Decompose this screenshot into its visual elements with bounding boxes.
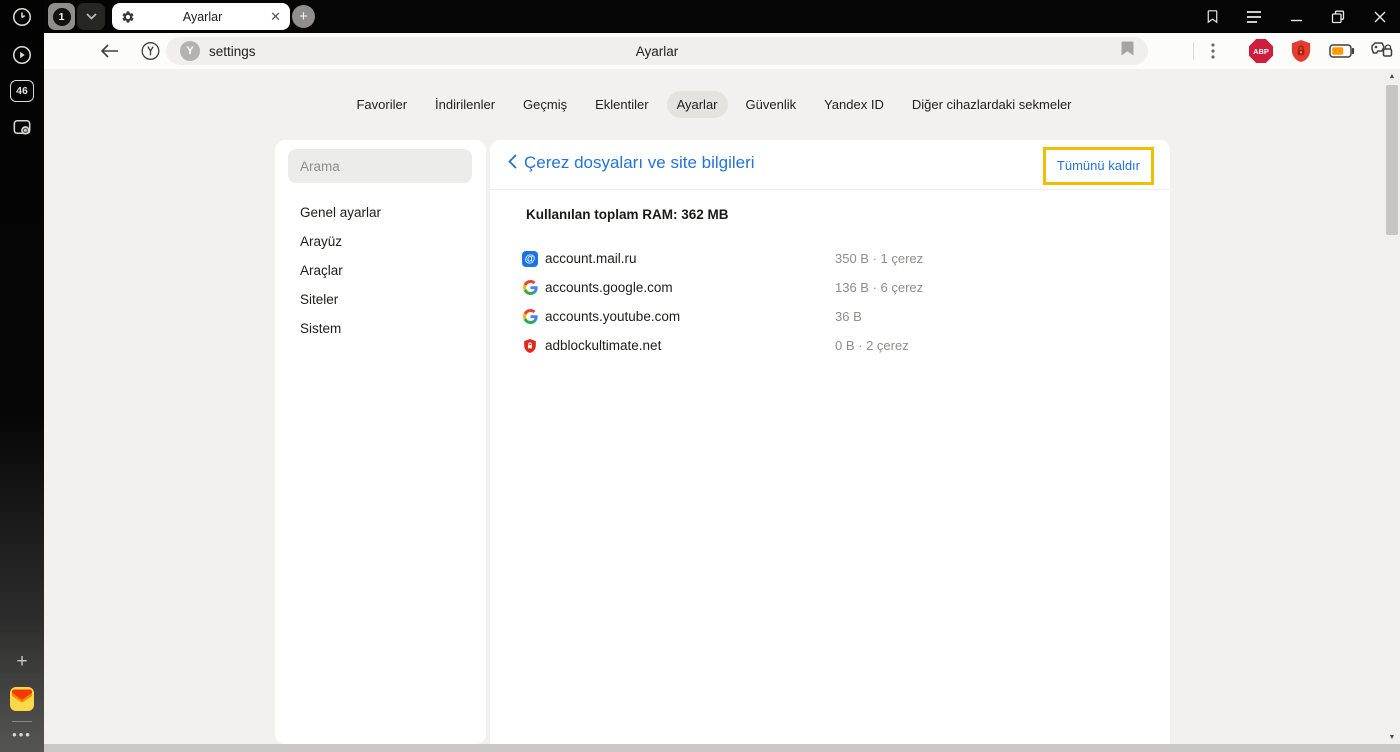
yandex-mail-icon[interactable] bbox=[9, 686, 35, 712]
nav-tab-ayarlar[interactable]: Ayarlar bbox=[666, 91, 728, 118]
sidebar-item-aray-z[interactable]: Arayüz bbox=[275, 227, 486, 256]
settings-sidebar-items: Genel ayarlar Arayüz Araçlar Siteler Sistem bbox=[275, 198, 486, 343]
chevron-down-icon bbox=[85, 13, 97, 20]
site-favicon bbox=[522, 309, 538, 325]
site-size-info: 36 B bbox=[835, 309, 862, 324]
battery-saver-extension-icon[interactable] bbox=[1329, 44, 1355, 58]
site-name: account.mail.ru bbox=[545, 251, 637, 266]
site-list: @ account.mail.ru 350 B · 1 çerez accoun… bbox=[490, 244, 1170, 360]
new-tab-button[interactable]: + bbox=[292, 5, 315, 28]
site-row[interactable]: accounts.youtube.com 36 B bbox=[490, 302, 1170, 331]
browser-toolbar: Y settings Ayarlar ABP bbox=[44, 33, 1400, 69]
back-button[interactable] bbox=[100, 43, 120, 59]
kebab-menu-icon[interactable] bbox=[1211, 43, 1215, 59]
address-bar[interactable]: Y settings Ayarlar bbox=[166, 37, 1148, 65]
page-favicon: Y bbox=[180, 41, 200, 61]
site-name: accounts.google.com bbox=[545, 280, 673, 295]
nav-tab-eklentiler[interactable]: Eklentiler bbox=[585, 91, 658, 118]
settings-top-nav: Favoriler İndirilenler Geçmiş Eklentiler Aya… bbox=[44, 91, 1384, 118]
browser-side-rail: 46 + ••• bbox=[0, 0, 44, 752]
site-favicon bbox=[522, 338, 538, 354]
nav-tab-g-venlik[interactable]: Güvenlik bbox=[736, 91, 807, 118]
cookies-panel: Çerez dosyaları ve site bilgileri Tümünü… bbox=[490, 140, 1170, 746]
nav-tab-yandex-id[interactable]: Yandex ID bbox=[814, 91, 894, 118]
tab-group-chevron-button[interactable] bbox=[77, 3, 105, 30]
tab-strip: 1 Ayarlar ✕ + bbox=[44, 0, 1400, 33]
scroll-up-arrow-icon[interactable]: ▲ bbox=[1384, 69, 1400, 83]
adblock-shield-favicon bbox=[524, 338, 536, 353]
cookies-panel-header: Çerez dosyaları ve site bilgileri Tümünü… bbox=[490, 140, 1170, 190]
minimize-button[interactable] bbox=[1284, 5, 1308, 29]
tab-title: Ayarlar bbox=[182, 9, 223, 24]
site-name: adblockultimate.net bbox=[545, 338, 662, 353]
nav-tab-ge-mi[interactable]: Geçmiş bbox=[513, 91, 577, 118]
menu-hamburger-icon[interactable] bbox=[1242, 5, 1266, 29]
nav-tab-favoriler[interactable]: Favoriler bbox=[346, 91, 417, 118]
site-size-info: 350 B · 1 çerez bbox=[835, 251, 924, 266]
site-row[interactable]: accounts.google.com 136 B · 6 çerez bbox=[490, 273, 1170, 302]
tabs-counter-icon[interactable]: 46 bbox=[10, 80, 34, 102]
google-g-icon bbox=[522, 280, 538, 295]
rail-divider bbox=[12, 721, 32, 722]
remove-all-highlight-box: Tümünü kaldır bbox=[1042, 147, 1154, 185]
remove-all-button[interactable]: Tümünü kaldır bbox=[1057, 158, 1140, 173]
ram-usage-text: Kullanılan toplam RAM: 362 MB bbox=[526, 207, 729, 222]
rail-more-icon[interactable]: ••• bbox=[12, 727, 32, 742]
adblock-plus-extension-icon[interactable]: ABP bbox=[1249, 39, 1273, 63]
toolbar-divider bbox=[1193, 42, 1194, 60]
site-row[interactable]: @ account.mail.ru 350 B · 1 çerez bbox=[490, 244, 1170, 273]
settings-gear-icon bbox=[122, 10, 134, 23]
vertical-scrollbar[interactable]: ▲ ▼ bbox=[1384, 69, 1400, 744]
scrollbar-thumb[interactable] bbox=[1386, 85, 1398, 235]
tab-close-icon[interactable]: ✕ bbox=[270, 10, 281, 23]
close-window-button[interactable] bbox=[1368, 5, 1392, 29]
address-url-text: settings bbox=[209, 43, 256, 59]
screenshot-icon[interactable] bbox=[11, 116, 34, 139]
active-tab[interactable]: Ayarlar ✕ bbox=[112, 3, 290, 30]
site-favicon bbox=[522, 280, 538, 296]
history-clock-icon[interactable] bbox=[11, 6, 33, 28]
cookies-panel-title[interactable]: Çerez dosyaları ve site bilgileri bbox=[524, 153, 755, 173]
tab-group-count: 1 bbox=[52, 7, 71, 26]
settings-page: Favoriler İndirilenler Geçmiş Eklentiler Aya… bbox=[44, 69, 1400, 752]
passwords-keys-extension-icon[interactable] bbox=[1370, 41, 1394, 61]
bottom-window-strip bbox=[44, 744, 1400, 752]
sidebar-item-genel-ayarlar[interactable]: Genel ayarlar bbox=[275, 198, 486, 227]
tab-counter-value: 46 bbox=[10, 80, 34, 102]
bookmark-icon[interactable] bbox=[1121, 41, 1134, 61]
sidebar-item-ara-lar[interactable]: Araçlar bbox=[275, 256, 486, 285]
scroll-down-arrow-icon[interactable]: ▼ bbox=[1384, 730, 1400, 744]
player-icon[interactable] bbox=[11, 44, 33, 66]
address-centered-title: Ayarlar bbox=[635, 43, 679, 59]
mailru-at-icon: @ bbox=[522, 250, 538, 267]
nav-tab-i-ndirilenler[interactable]: İndirilenler bbox=[425, 91, 505, 118]
site-size-info: 136 B · 6 çerez bbox=[835, 280, 924, 295]
sidebar-item-sistem[interactable]: Sistem bbox=[275, 314, 486, 343]
google-g-icon bbox=[522, 309, 538, 324]
sidebar-item-siteler[interactable]: Siteler bbox=[275, 285, 486, 314]
settings-sidebar: Genel ayarlarArayüzAraçlarSitelerSistem bbox=[275, 140, 486, 744]
tab-group-button[interactable]: 1 bbox=[48, 3, 75, 30]
nav-tab-di-er-cihazlardaki-sekmeler[interactable]: Diğer cihazlardaki sekmeler bbox=[902, 91, 1082, 118]
side-panel-bookmark-icon[interactable] bbox=[1200, 5, 1224, 29]
adblock-shield-extension-icon[interactable] bbox=[1290, 39, 1312, 63]
add-panel-icon[interactable]: + bbox=[16, 651, 27, 673]
site-name: accounts.youtube.com bbox=[545, 309, 681, 324]
settings-search-input[interactable] bbox=[288, 149, 472, 183]
yandex-home-button[interactable] bbox=[140, 41, 161, 62]
site-row[interactable]: adblockultimate.net 0 B · 2 çerez bbox=[490, 331, 1170, 360]
site-favicon: @ bbox=[522, 250, 538, 267]
back-chevron-icon[interactable] bbox=[508, 154, 517, 174]
site-size-info: 0 B · 2 çerez bbox=[835, 338, 909, 353]
restore-button[interactable] bbox=[1326, 5, 1350, 29]
